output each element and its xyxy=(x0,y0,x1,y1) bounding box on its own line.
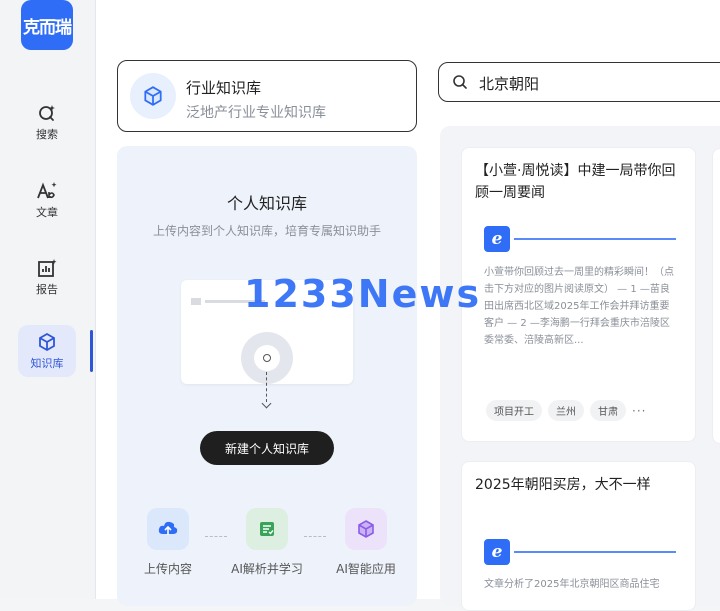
sidebar-item-report[interactable]: 报告 xyxy=(18,251,76,303)
illustration-block xyxy=(191,298,201,305)
browser-e-icon: e xyxy=(484,539,510,565)
cube-icon xyxy=(130,73,176,119)
personal-knowledge-base-panel: 个人知识库 上传内容到个人知识库，培育专属知识助手 新建个人知识库 上传内容 A… xyxy=(117,146,417,606)
industry-kb-subtitle: 泛地产行业专业知识库 xyxy=(186,105,326,121)
step-upload: 上传内容 xyxy=(123,508,213,577)
cloud-upload-icon xyxy=(147,508,189,550)
step-label: AI解析并学习 xyxy=(231,562,303,576)
tag[interactable]: 甘肃 xyxy=(590,400,626,421)
text-sparkle-icon xyxy=(36,180,58,202)
news-card[interactable]: 【小萱·周悦读】中建一局带你回顾一周要闻 e 小萱带你回顾过去一周里的精彩瞬间！… xyxy=(461,147,696,442)
upload-target-inner xyxy=(254,345,280,371)
sidebar-item-label: 搜索 xyxy=(36,128,58,141)
sidebar-item-label: 报告 xyxy=(36,283,58,296)
watermark: 1233News xyxy=(244,272,482,316)
industry-kb-title: 行业知识库 xyxy=(186,79,262,97)
news-excerpt: 文章分析了2025年北京朝阳区商品住宅 xyxy=(484,579,660,590)
tag[interactable]: 兰州 xyxy=(548,400,584,421)
sidebar-item-label: 文章 xyxy=(36,206,58,219)
news-link-line xyxy=(514,551,676,553)
news-link-line xyxy=(514,238,676,240)
document-ai-icon xyxy=(246,508,288,550)
sidebar-item-knowledge-base[interactable]: 知识库 xyxy=(18,325,76,377)
sidebar: 克而瑞 搜索 文章 报告 知识库 xyxy=(0,0,96,599)
sidebar-item-label: 知识库 xyxy=(30,357,64,370)
tag[interactable]: 项目开工 xyxy=(486,400,542,421)
industry-knowledge-base-card[interactable]: 行业知识库 泛地产行业专业知识库 xyxy=(117,60,417,132)
arrow-down-icon xyxy=(261,398,272,409)
news-excerpt: 小萱带你回顾过去一周里的精彩瞬间！（点击下方对应的图片阅读原文） — 1 —苗良… xyxy=(484,267,674,346)
active-nav-indicator xyxy=(90,330,93,372)
app-logo[interactable]: 克而瑞 xyxy=(21,0,73,50)
browser-e-icon: e xyxy=(484,226,510,252)
upload-target-icon xyxy=(241,332,293,384)
new-personal-kb-button[interactable]: 新建个人知识库 xyxy=(200,431,334,465)
news-title: 2025年朝阳买房，大不一样 xyxy=(475,477,651,493)
step-label: AI智能应用 xyxy=(336,562,396,576)
more-icon[interactable]: ··· xyxy=(632,404,646,418)
cube-icon xyxy=(36,331,58,353)
search-box[interactable] xyxy=(438,62,720,102)
cube-icon xyxy=(345,508,387,550)
sidebar-item-search[interactable]: 搜索 xyxy=(18,96,76,148)
search-input[interactable] xyxy=(477,71,720,95)
sidebar-item-article[interactable]: 文章 xyxy=(18,174,76,226)
chart-sparkle-icon xyxy=(36,257,58,279)
step-label: 上传内容 xyxy=(143,562,192,576)
news-card[interactable]: 2025年朝阳买房，大不一样 e 文章分析了2025年北京朝阳区商品住宅 xyxy=(461,461,696,611)
next-news-card-edge xyxy=(712,148,720,444)
personal-kb-subtitle: 上传内容到个人知识库，培育专属知识助手 xyxy=(152,224,381,238)
step-ai-parse: AI解析并学习 xyxy=(222,508,312,577)
personal-kb-title: 个人知识库 xyxy=(226,194,307,213)
search-icon xyxy=(452,74,468,94)
tag-list: 项目开工 兰州 甘肃 ··· xyxy=(486,400,646,421)
news-title: 【小萱·周悦读】中建一局带你回顾一周要闻 xyxy=(475,163,676,201)
step-ai-application: AI智能应用 xyxy=(321,508,411,577)
search-sparkle-icon xyxy=(36,102,58,124)
